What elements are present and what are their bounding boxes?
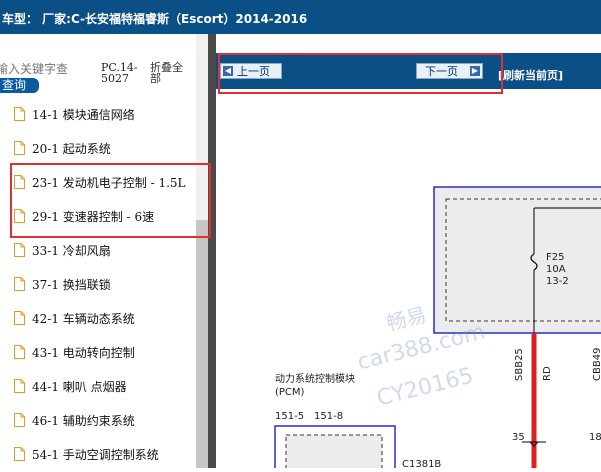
tree-item-label: 37-1 换挡联锁 <box>32 277 111 292</box>
document-icon <box>14 379 25 393</box>
wire-id-sbb25: SBB25 <box>514 348 525 381</box>
tree-item[interactable]: 29-1 变速器控制 - 6速 <box>14 206 154 226</box>
fuse-box <box>433 186 601 334</box>
wire-color-rd: RD <box>542 366 553 381</box>
tree-item-label: 44-1 喇叭 点烟器 <box>32 379 127 394</box>
pane-splitter[interactable] <box>208 34 216 468</box>
page-toolbar: ◀ 上一页 下一页 ▶ [刷新当前页] <box>216 53 601 89</box>
arrow-left-icon: ◀ <box>223 66 233 76</box>
next-page-button[interactable]: 下一页 ▶ <box>416 63 483 79</box>
pin-18: 18 <box>589 432 601 443</box>
pcm-box-dashed <box>285 434 383 472</box>
tree-item[interactable]: 23-1 发动机电子控制 - 1.5L <box>14 172 186 192</box>
tree-item[interactable]: 33-1 冷却风扇 <box>14 240 111 260</box>
vehicle-title: 车型： 厂家:C-长安福特福睿斯（Escort）2014-2016 <box>2 12 308 26</box>
diagram-canvas: F25 10A 13-2 SBB25 RD CBB49 35 18 动力系统控制… <box>274 186 601 472</box>
refresh-page-link[interactable]: [刷新当前页] <box>498 67 563 83</box>
pin-151-8: 151-8 <box>314 411 343 422</box>
arrow-right-icon: ▶ <box>470 66 480 76</box>
scrollbar-thumb[interactable] <box>196 220 208 468</box>
tree-item[interactable]: 43-1 电动转向控制 <box>14 342 135 362</box>
tree-item[interactable]: 14-1 模块通信网络 <box>14 104 135 124</box>
pin-151-5: 151-5 <box>275 411 304 422</box>
fuse-location: 13-2 <box>546 276 569 287</box>
pin-35: 35 <box>512 432 525 443</box>
tree-item-label: 43-1 电动转向控制 <box>32 345 135 360</box>
tree-item[interactable]: 20-1 起动系统 <box>14 138 111 158</box>
wiring-diagram: F25 10A 13-2 SBB25 RD CBB49 35 18 动力系统控制… <box>216 89 601 472</box>
document-icon <box>14 243 25 257</box>
document-icon <box>14 107 25 121</box>
pc-number: PC.14- 5027 <box>101 61 138 85</box>
document-icon <box>14 141 25 155</box>
fuse-name: F25 <box>546 252 564 263</box>
search-input[interactable] <box>0 60 74 78</box>
wire-id-cbb49: CBB49 <box>592 348 601 381</box>
document-icon <box>14 345 25 359</box>
tree-item-label: 46-1 辅助约束系统 <box>32 413 135 428</box>
search-button[interactable]: 查询 <box>0 78 39 93</box>
tree-item-label: 33-1 冷却风扇 <box>32 243 111 258</box>
module-name: 动力系统控制模块 <box>275 372 355 385</box>
document-icon <box>14 447 25 461</box>
prev-page-label: 上一页 <box>237 65 270 78</box>
tree-item-label: 29-1 变速器控制 - 6速 <box>32 209 155 224</box>
tree-item-label: 54-1 手动空调控制系统 <box>32 447 159 462</box>
collapse-all-link[interactable]: 折叠全部 <box>150 62 190 84</box>
connector-c1381b: C1381B <box>402 459 441 468</box>
document-icon <box>14 175 25 189</box>
document-icon <box>14 209 25 223</box>
document-icon <box>14 413 25 427</box>
fuse-rating: 10A <box>546 264 566 275</box>
tree-item-label: 42-1 车辆动态系统 <box>32 311 135 326</box>
title-bar: 车型： 厂家:C-长安福特福睿斯（Escort）2014-2016 <box>0 0 601 34</box>
document-icon <box>14 277 25 291</box>
sidebar: 查询 PC.14- 5027 折叠全部 14-1 模块通信网络 20-1 起动系统… <box>0 34 208 468</box>
module-abbr: (PCM) <box>275 387 305 398</box>
next-page-label: 下一页 <box>425 65 458 78</box>
tree-item[interactable]: 44-1 喇叭 点烟器 <box>14 376 127 396</box>
document-icon <box>14 311 25 325</box>
tree-item[interactable]: 37-1 换挡联锁 <box>14 274 111 294</box>
tree-item[interactable]: 46-1 辅助约束系统 <box>14 410 135 430</box>
tree-item[interactable]: 42-1 车辆动态系统 <box>14 308 135 328</box>
prev-page-button[interactable]: ◀ 上一页 <box>220 63 282 79</box>
tree-item[interactable]: 54-1 手动空调控制系统 <box>14 444 159 464</box>
tree-item-label: 23-1 发动机电子控制 - 1.5L <box>32 175 186 190</box>
tree-item-label: 20-1 起动系统 <box>32 141 111 156</box>
tree-item-label: 14-1 模块通信网络 <box>32 107 135 122</box>
